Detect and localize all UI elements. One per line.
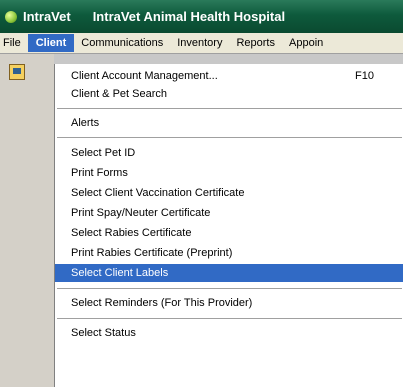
menu-client[interactable]: Client — [27, 34, 75, 52]
menu-item-label: Select Status — [71, 327, 136, 339]
window-title: IntraVet Animal Health Hospital — [92, 9, 286, 24]
title-bar: IntraVet IntraVet Animal Health Hospital — [0, 0, 403, 33]
app-name: IntraVet — [23, 9, 71, 24]
menu-inventory[interactable]: Inventory — [170, 34, 229, 52]
menu-separator — [57, 137, 402, 139]
menu-separator — [57, 318, 402, 320]
menu-item-label: Alerts — [71, 117, 100, 129]
menu-item-label: Print Spay/Neuter Certificate — [71, 207, 211, 219]
menu-item-label: Print Forms — [71, 167, 128, 179]
client-dropdown-menu: Client Account Management... F10 Client … — [54, 64, 403, 387]
menu-item-label: Select Pet ID — [71, 147, 136, 159]
menu-separator — [57, 108, 402, 110]
menu-item-print-forms[interactable]: Print Forms — [55, 164, 403, 182]
toolbar — [0, 54, 54, 387]
menu-item-client-pet-search[interactable]: Client & Pet Search — [55, 85, 403, 103]
menu-item-label: Print Rabies Certificate (Preprint) — [71, 247, 233, 259]
menu-item-label: Select Reminders (For This Provider) — [71, 297, 253, 309]
menu-item-alerts[interactable]: Alerts — [55, 114, 403, 132]
menu-item-reminders[interactable]: Select Reminders (For This Provider) — [55, 294, 403, 312]
menu-appointments[interactable]: Appoin — [282, 34, 330, 52]
shortcut-label: F10 — [355, 70, 374, 82]
menu-item-rabies-certificate-preprint[interactable]: Print Rabies Certificate (Preprint) — [55, 244, 403, 262]
open-folder-icon[interactable] — [9, 64, 25, 80]
menu-item-client-account-management[interactable]: Client Account Management... F10 — [55, 67, 403, 85]
menu-item-label: Client & Pet Search — [71, 88, 167, 100]
menu-bar: File Client Communications Inventory Rep… — [0, 33, 403, 54]
menu-item-label: Select Client Labels — [71, 267, 169, 279]
menu-item-label: Select Rabies Certificate — [71, 227, 192, 239]
menu-item-select-status[interactable]: Select Status — [55, 324, 403, 342]
menu-item-label: Select Client Vaccination Certificate — [71, 187, 245, 199]
menu-item-rabies-certificate[interactable]: Select Rabies Certificate — [55, 224, 403, 242]
menu-item-spay-neuter-certificate[interactable]: Print Spay/Neuter Certificate — [55, 204, 403, 222]
menu-item-client-labels[interactable]: Select Client Labels — [55, 264, 403, 282]
menu-item-select-pet-id[interactable]: Select Pet ID — [55, 144, 403, 162]
menu-communications[interactable]: Communications — [74, 34, 170, 52]
menu-file[interactable]: File — [0, 34, 28, 52]
menu-reports[interactable]: Reports — [229, 34, 282, 52]
app-logo-icon — [5, 10, 17, 23]
menu-item-vaccination-certificate[interactable]: Select Client Vaccination Certificate — [55, 184, 403, 202]
menu-separator — [57, 288, 402, 290]
menu-item-label: Client Account Management... — [71, 70, 218, 82]
